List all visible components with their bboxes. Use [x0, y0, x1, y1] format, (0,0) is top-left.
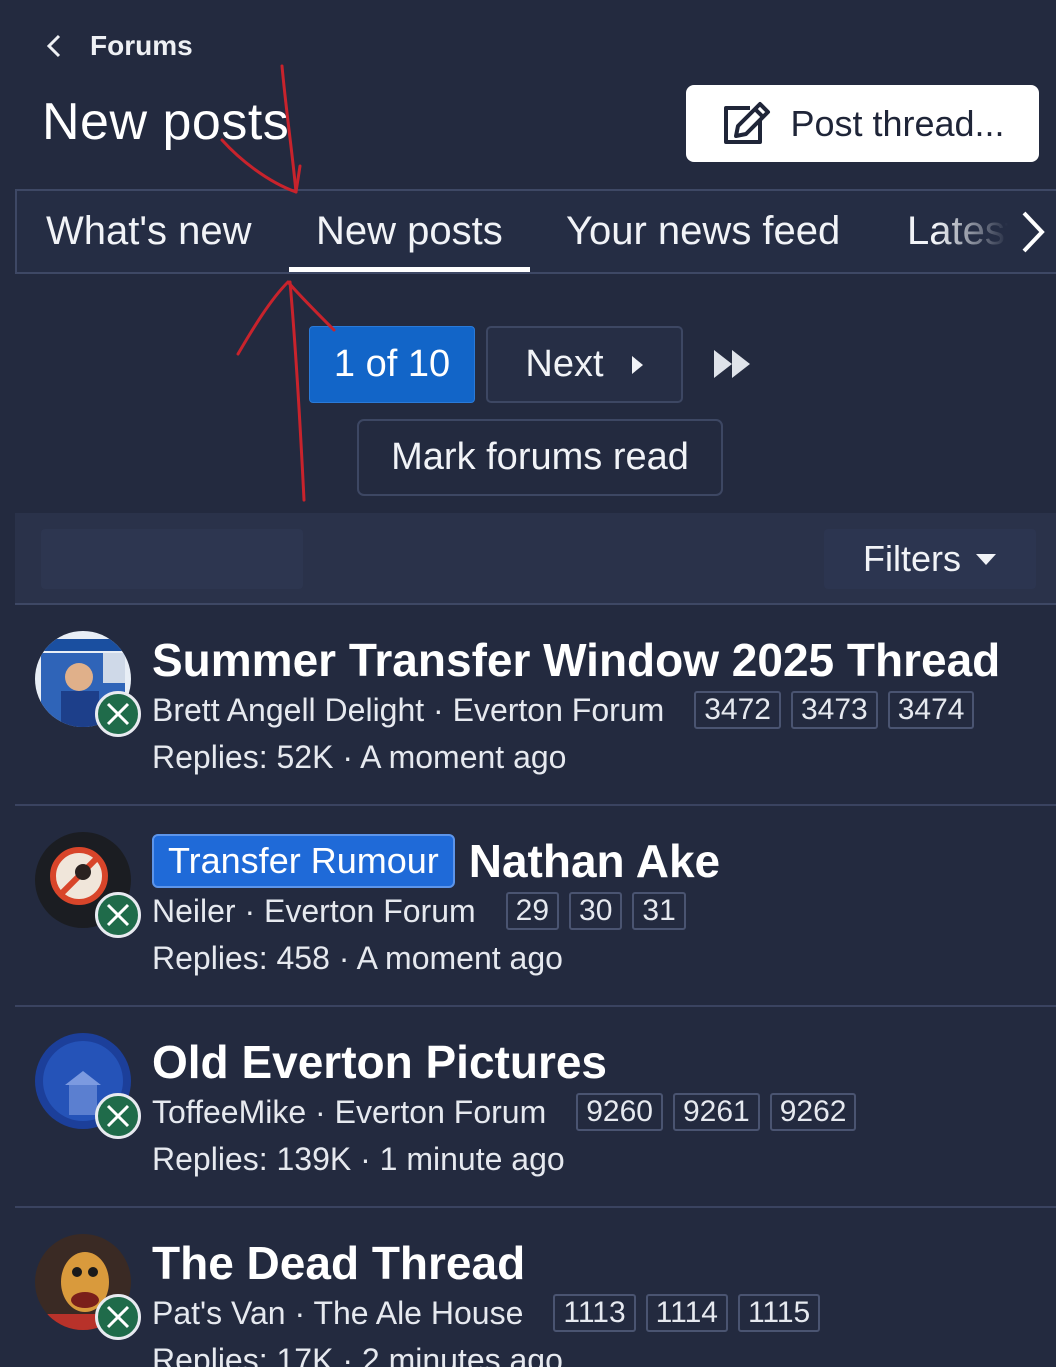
page-selector[interactable]: 1 of 10 [309, 326, 475, 403]
caret-down-icon [976, 554, 996, 565]
thread-title-text: Summer Transfer Window 2025 Thread [152, 634, 1001, 686]
thread-author-forum: Pat's Van · The Ale House [152, 1294, 524, 1331]
thread-author-forum: ToffeeMike · Everton Forum [152, 1093, 547, 1130]
page-link[interactable]: 3474 [887, 691, 975, 729]
thread-meta: Pat's Van · The Ale House 1113 1114 1115 [152, 1294, 821, 1332]
thread-item[interactable]: Old Everton Pictures ToffeeMike · Everto… [15, 1007, 1056, 1208]
thread-stats: Replies: 139K · 1 minute ago [152, 1141, 565, 1177]
thread-author-forum: Neiler · Everton Forum [152, 892, 476, 929]
thread-title-text: The Dead Thread [152, 1237, 526, 1289]
thread-item[interactable]: The Dead Thread Pat's Van · The Ale Hous… [15, 1208, 1056, 1367]
page-jump-links: 1113 1114 1115 [553, 1294, 821, 1332]
next-label: Next [525, 343, 604, 385]
mark-forums-read-button[interactable]: Mark forums read [357, 419, 723, 496]
page-link[interactable]: 31 [632, 892, 686, 930]
thread-stats: Replies: 52K · A moment ago [152, 739, 567, 775]
thread-title[interactable]: Summer Transfer Window 2025 Thread [152, 633, 1000, 687]
tab-whats-new[interactable]: What's new [46, 191, 252, 272]
thread-title-text: Old Everton Pictures [152, 1036, 608, 1088]
post-thread-label: Post thread... [790, 102, 1005, 144]
page-link[interactable]: 30 [569, 892, 623, 930]
caret-right-icon [631, 355, 643, 374]
forum-badge [95, 892, 141, 938]
thread-prefix-label[interactable]: Transfer Rumour [152, 834, 455, 888]
page-title: New posts [42, 93, 290, 151]
filter-bar: Filters [15, 513, 1056, 605]
page-jump-links: 9260 9261 9262 [576, 1093, 857, 1131]
filter-tabs-area [41, 529, 303, 589]
tab-bar: What's new New posts Your news feed Late… [15, 189, 1056, 274]
fast-forward-icon[interactable] [712, 346, 752, 382]
thread-meta: Brett Angell Delight · Everton Forum 347… [152, 691, 975, 729]
chevron-right-icon[interactable] [1018, 209, 1048, 255]
page-link[interactable]: 9261 [672, 1093, 760, 1131]
page-link[interactable]: 1113 [553, 1294, 636, 1332]
page-link[interactable]: 29 [505, 892, 560, 930]
thread-title[interactable]: Transfer Rumour Nathan Ake [152, 834, 720, 888]
tab-news-feed[interactable]: Your news feed [566, 191, 840, 272]
filters-button[interactable]: Filters [824, 529, 1036, 589]
page-jump-links: 29 30 31 [505, 892, 686, 930]
post-thread-button[interactable]: Post thread... [686, 85, 1039, 162]
page-link[interactable]: 1115 [737, 1294, 821, 1332]
thread-author-forum: Brett Angell Delight · Everton Forum [152, 691, 665, 728]
crossed-swords-icon [106, 903, 130, 927]
thread-item[interactable]: Transfer Rumour Nathan Ake Neiler · Ever… [15, 806, 1056, 1007]
filters-label: Filters [863, 538, 961, 579]
crossed-swords-icon [106, 1104, 130, 1128]
page-link[interactable]: 3472 [694, 691, 781, 729]
thread-stats: Replies: 17K · 2 minutes ago [152, 1342, 563, 1367]
edit-icon [724, 101, 771, 144]
thread-item[interactable]: Summer Transfer Window 2025 Thread Brett… [15, 605, 1056, 806]
breadcrumb[interactable]: Forums [44, 30, 193, 62]
thread-title-text: Nathan Ake [468, 835, 721, 887]
thread-stats: Replies: 458 · A moment ago [152, 940, 563, 976]
thread-title[interactable]: The Dead Thread [152, 1236, 525, 1290]
thread-title[interactable]: Old Everton Pictures [152, 1035, 607, 1089]
page-link[interactable]: 1114 [645, 1294, 728, 1332]
page-jump-links: 3472 3473 3474 [694, 691, 975, 729]
breadcrumb-label: Forums [90, 30, 193, 61]
forum-badge [95, 1294, 141, 1340]
page-link[interactable]: 3473 [790, 691, 878, 729]
forum-badge [95, 691, 141, 737]
thread-list: Summer Transfer Window 2025 Thread Brett… [15, 605, 1056, 1367]
page-link[interactable]: 9260 [576, 1093, 663, 1131]
tab-new-posts[interactable]: New posts [289, 191, 530, 272]
thread-meta: ToffeeMike · Everton Forum 9260 9261 926… [152, 1093, 857, 1131]
page-link[interactable]: 9262 [769, 1093, 857, 1131]
thread-meta: Neiler · Everton Forum 29 30 31 [152, 892, 686, 930]
forum-badge [95, 1093, 141, 1139]
next-page-button[interactable]: Next [486, 326, 683, 403]
chevron-left-icon [46, 34, 61, 58]
crossed-swords-icon [106, 1305, 130, 1329]
crossed-swords-icon [106, 702, 130, 726]
